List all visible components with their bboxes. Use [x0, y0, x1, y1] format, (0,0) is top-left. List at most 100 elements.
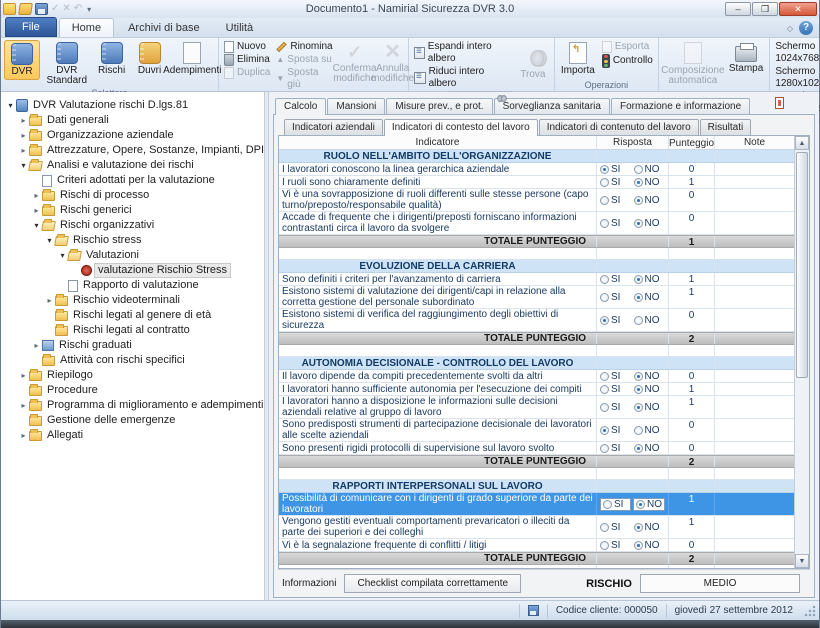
- tree-item[interactable]: ▾Rischio stress: [1, 233, 264, 248]
- tab-file[interactable]: File: [5, 17, 57, 37]
- tree-item[interactable]: valutazione Rischio Stress: [1, 263, 264, 278]
- resize-grip-icon[interactable]: [803, 604, 817, 618]
- radio-si-selected[interactable]: [600, 426, 609, 435]
- tree-item[interactable]: ▾Rischi organizzativi: [1, 218, 264, 233]
- tab-indicatori-contesto[interactable]: Indicatori di contesto del lavoro: [384, 119, 538, 136]
- radio-si[interactable]: [600, 541, 609, 550]
- radio-no-selected[interactable]: [634, 541, 643, 550]
- minimize-ribbon-icon[interactable]: ◇: [787, 24, 793, 33]
- controllo-button[interactable]: Controllo: [600, 54, 655, 68]
- question-row[interactable]: Esistono sistemi di valutazione dei diri…: [279, 286, 794, 309]
- tree-expander-icon[interactable]: ▾: [31, 221, 42, 230]
- radio-si[interactable]: [600, 275, 609, 284]
- radio-si[interactable]: [600, 178, 609, 187]
- radio-no-selected[interactable]: [634, 275, 643, 284]
- tree-item[interactable]: ▸Organizzazione aziendale: [1, 128, 264, 143]
- tree-expander-icon[interactable]: ▾: [44, 236, 55, 245]
- tree-item[interactable]: ▸Rischi graduati: [1, 338, 264, 353]
- qat-dropdown-icon[interactable]: ▾: [85, 5, 93, 14]
- riduci-albero-button[interactable]: Riduci intero albero: [412, 66, 513, 90]
- tree-item[interactable]: Criteri adottati per la valutazione: [1, 173, 264, 188]
- question-row[interactable]: Esistono sistemi di verifica del raggiun…: [279, 309, 794, 332]
- tab-indicatori-aziendali[interactable]: Indicatori aziendali: [284, 119, 383, 135]
- rinomina-button[interactable]: Rinomina: [274, 41, 334, 53]
- tree-item[interactable]: ▸Attrezzature, Opere, Sostanze, Impianti…: [1, 143, 264, 158]
- radio-no-selected[interactable]: [634, 385, 643, 394]
- tree-expander-icon[interactable]: ▸: [18, 401, 29, 410]
- tree-item[interactable]: ▸Dati generali: [1, 113, 264, 128]
- radio-no-selected[interactable]: [636, 500, 645, 509]
- scrollbar-thumb[interactable]: [796, 152, 808, 378]
- question-row[interactable]: Vi è una sovrapposizione di ruoli differ…: [279, 189, 794, 212]
- tree-item[interactable]: ▸Rischi generici: [1, 203, 264, 218]
- radio-no-selected[interactable]: [634, 403, 643, 412]
- question-row[interactable]: Sono presenti rigidi protocolli di super…: [279, 442, 794, 455]
- radio-no-selected[interactable]: [634, 219, 643, 228]
- close-button[interactable]: ✕: [779, 2, 817, 16]
- tree-item[interactable]: Gestione delle emergenze: [1, 413, 264, 428]
- tree-item[interactable]: ▸Allegati: [1, 428, 264, 443]
- tree-expander-icon[interactable]: ▸: [31, 206, 42, 215]
- tab-formazione-informazione[interactable]: Formazione e informazione: [611, 98, 750, 114]
- open-icon[interactable]: [18, 3, 33, 15]
- radio-si-selected[interactable]: [600, 316, 609, 325]
- tree-expander-icon[interactable]: ▸: [31, 341, 42, 350]
- dvr-standard-button[interactable]: DVR Standard: [42, 40, 92, 88]
- tree-expander-icon[interactable]: ▸: [44, 296, 55, 305]
- radio-si[interactable]: [600, 219, 609, 228]
- radio-si[interactable]: [600, 385, 609, 394]
- question-row[interactable]: Vengono gestiti eventuali comportamenti …: [279, 516, 794, 539]
- tree-expander-icon[interactable]: ▸: [18, 431, 29, 440]
- radio-no-selected[interactable]: [634, 372, 643, 381]
- rischi-button[interactable]: Rischi: [94, 40, 130, 78]
- elimina-button[interactable]: Elimina: [222, 54, 272, 66]
- radio-no[interactable]: [634, 316, 643, 325]
- question-row[interactable]: I lavoratori hanno sufficiente autonomia…: [279, 383, 794, 396]
- schermo-1024-button[interactable]: Schermo 1024x768: [773, 41, 820, 65]
- question-row[interactable]: I ruoli sono chiaramente definitiSINO1: [279, 176, 794, 189]
- tree-expander-icon[interactable]: ▸: [18, 116, 29, 125]
- radio-si[interactable]: [600, 293, 609, 302]
- question-row[interactable]: I lavoratori hanno a disposizione le inf…: [279, 396, 794, 419]
- tree-expander-icon[interactable]: ▾: [5, 101, 16, 110]
- tree-item[interactable]: ▸Riepilogo: [1, 368, 264, 383]
- tree-expander-icon[interactable]: ▸: [18, 371, 29, 380]
- radio-no-selected[interactable]: [634, 444, 643, 453]
- radio-si[interactable]: [600, 403, 609, 412]
- stampa-button[interactable]: Stampa: [726, 40, 766, 76]
- question-row-selected[interactable]: Possibilità di comunicare con i dirigent…: [279, 493, 794, 516]
- tab-misure-prev-prot[interactable]: Misure prev., e prot.: [386, 98, 492, 114]
- radio-no-selected[interactable]: [634, 293, 643, 302]
- question-row[interactable]: Accade di frequente che i dirigenti/prep…: [279, 212, 794, 235]
- tree-item[interactable]: ▾Valutazioni: [1, 248, 264, 263]
- dvr-button[interactable]: DVR: [4, 40, 40, 80]
- tab-utilita[interactable]: Utilità: [214, 19, 266, 37]
- tree-expander-icon[interactable]: ▸: [31, 191, 42, 200]
- importa-button[interactable]: Importa: [558, 40, 598, 78]
- schermo-1280-button[interactable]: Schermo 1280x1024: [773, 66, 820, 90]
- tree-item[interactable]: ▸Programma di miglioramento e adempiment…: [1, 398, 264, 413]
- radio-no-selected[interactable]: [634, 178, 643, 187]
- radio-no[interactable]: [634, 426, 643, 435]
- minimize-button[interactable]: –: [725, 2, 751, 16]
- tree-item[interactable]: Rischi legati al genere di età: [1, 308, 264, 323]
- scroll-up-icon[interactable]: ▲: [795, 136, 809, 150]
- espandi-albero-button[interactable]: Espandi intero albero: [412, 41, 513, 65]
- tree-item[interactable]: Rapporto di valutazione: [1, 278, 264, 293]
- nuovo-button[interactable]: Nuovo: [222, 41, 272, 53]
- tree-item[interactable]: Rischi legati al contratto: [1, 323, 264, 338]
- radio-si[interactable]: [603, 500, 612, 509]
- radio-si[interactable]: [600, 372, 609, 381]
- radio-si[interactable]: [600, 444, 609, 453]
- radio-si-selected[interactable]: [600, 165, 609, 174]
- question-row[interactable]: I lavoratori conoscono la linea gerarchi…: [279, 163, 794, 176]
- radio-no-selected[interactable]: [634, 196, 643, 205]
- tree-item[interactable]: Attività con rischi specifici: [1, 353, 264, 368]
- tree-item[interactable]: ▾Analisi e valutazione dei rischi: [1, 158, 264, 173]
- adempimenti-button[interactable]: Adempimenti: [170, 40, 215, 78]
- question-row[interactable]: Sono definiti i criteri per l'avanzament…: [279, 273, 794, 286]
- tree-expander-icon[interactable]: ▾: [18, 161, 29, 170]
- tree-expander-icon[interactable]: ▸: [18, 146, 29, 155]
- question-row[interactable]: Il lavoro dipende da compiti precedentem…: [279, 370, 794, 383]
- save-icon[interactable]: [35, 3, 48, 15]
